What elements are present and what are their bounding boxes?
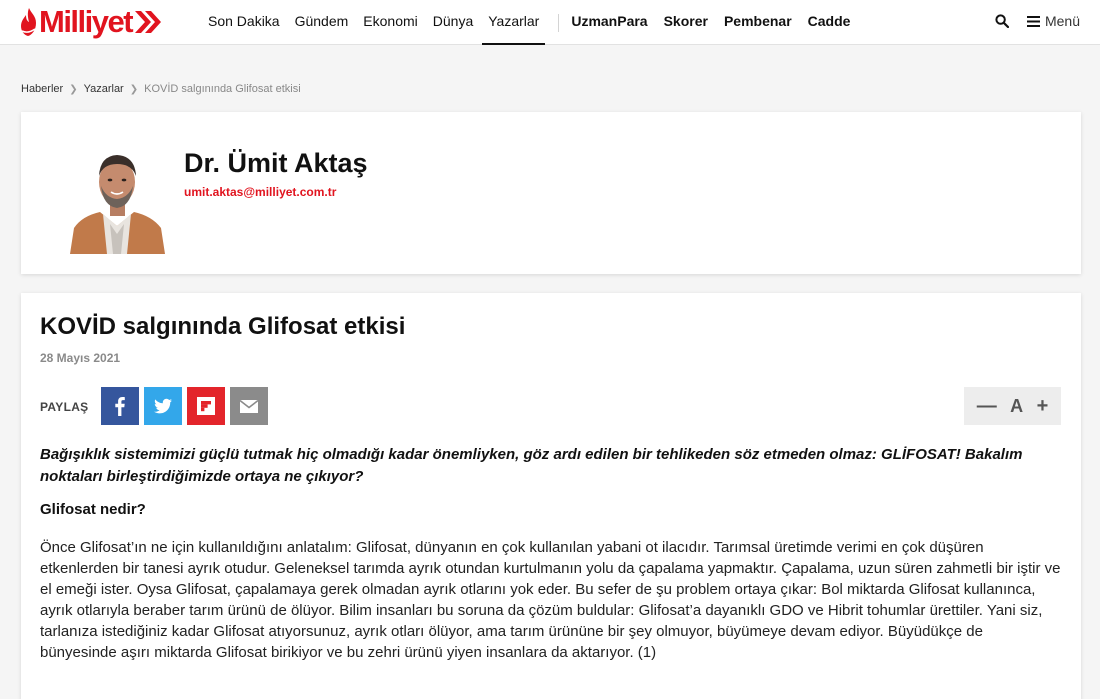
nav-item-ekonomi[interactable]: Ekonomi — [363, 0, 417, 45]
font-increase-button[interactable]: + — [1037, 395, 1049, 418]
font-size-controls: — A + — [964, 387, 1061, 425]
share-label: PAYLAŞ — [40, 400, 89, 414]
share-flipboard-button[interactable] — [187, 387, 225, 425]
share-email-button[interactable] — [230, 387, 268, 425]
article-subheading: Glifosat nedir? — [40, 501, 146, 518]
article-title: KOVİD salgınında Glifosat etkisi — [40, 313, 406, 340]
nav-divider — [558, 13, 560, 32]
article-date: 28 Mayıs 2021 — [40, 351, 121, 365]
top-navigation-bar: Milliyet Son Dakika Gündem Ekonomi Dünya… — [0, 0, 1100, 45]
nav-item-dunya[interactable]: Dünya — [433, 0, 473, 45]
search-icon[interactable] — [995, 14, 1009, 28]
author-email-link[interactable]: umit.aktas@milliyet.com.tr — [184, 185, 336, 199]
logo-text: Milliyet — [39, 4, 134, 39]
menu-button[interactable]: Menü — [1045, 13, 1080, 29]
font-decrease-button[interactable]: — — [977, 395, 997, 418]
nav-brand-cadde[interactable]: Cadde — [808, 0, 851, 45]
author-name[interactable]: Dr. Ümit Aktaş — [184, 148, 368, 179]
nav-brand-skorer[interactable]: Skorer — [664, 0, 708, 45]
author-photo — [70, 142, 165, 254]
nav-brand-pembenar[interactable]: Pembenar — [724, 0, 792, 45]
facebook-icon — [115, 397, 125, 416]
chevron-right-icon: ❯ — [129, 83, 139, 95]
font-size-label: A — [1010, 395, 1024, 416]
hamburger-menu-icon[interactable] — [1026, 15, 1040, 27]
author-card: Dr. Ümit Aktaş umit.aktas@milliyet.com.t… — [21, 112, 1081, 274]
breadcrumb-item-yazarlar[interactable]: Yazarlar — [84, 83, 124, 95]
nav-item-yazarlar[interactable]: Yazarlar — [482, 0, 546, 45]
article-lead: Bağışıklık sistemimizi güçlü tutmak hiç … — [40, 446, 1023, 485]
twitter-icon — [154, 398, 172, 414]
email-icon — [239, 399, 259, 413]
breadcrumb-item-haberler[interactable]: Haberler — [21, 83, 63, 95]
nav-item-son-dakika[interactable]: Son Dakika — [208, 0, 280, 45]
flame-icon — [21, 8, 36, 36]
article-card: KOVİD salgınında Glifosat etkisi 28 Mayı… — [21, 293, 1081, 699]
breadcrumb-current: KOVİD salgınında Glifosat etkisi — [144, 83, 301, 95]
author-avatar[interactable] — [70, 142, 165, 254]
article-body: Önce Glifosat’ın ne için kullanıldığını … — [40, 539, 1061, 661]
flipboard-icon — [197, 397, 215, 415]
breadcrumb: Haberler ❯ Yazarlar ❯ KOVİD salgınında G… — [21, 83, 301, 95]
nav-brand-uzmanpara[interactable]: UzmanPara — [571, 0, 647, 45]
chevron-right-icon: ❯ — [69, 83, 78, 95]
double-chevron-icon — [135, 11, 162, 33]
share-twitter-button[interactable] — [144, 387, 182, 425]
share-facebook-button[interactable] — [101, 387, 139, 425]
milliyet-logo[interactable]: Milliyet — [20, 4, 162, 40]
nav-item-gundem[interactable]: Gündem — [295, 0, 349, 45]
main-nav: Son Dakika Gündem Ekonomi Dünya Yazarlar… — [208, 0, 866, 45]
header-tools: Menü — [995, 0, 1080, 42]
